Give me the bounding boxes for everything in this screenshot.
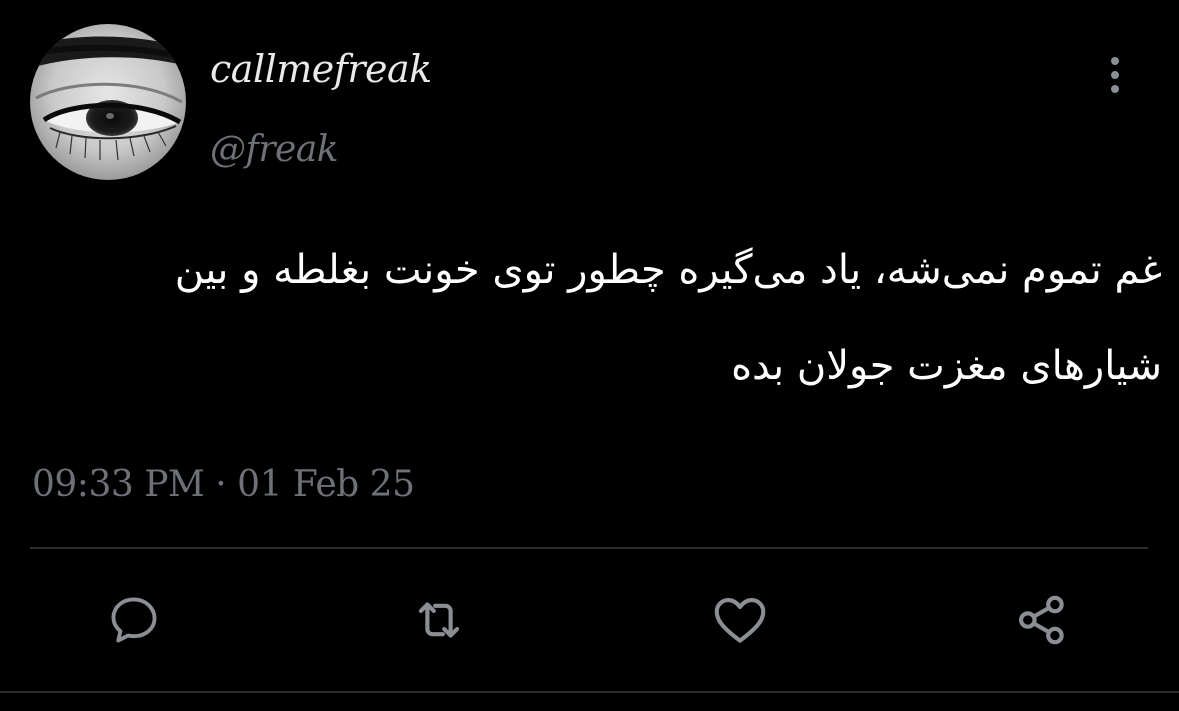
- vertical-ellipsis-dot: [1111, 71, 1119, 79]
- like-button[interactable]: [708, 588, 772, 652]
- speech-bubble-icon: [111, 597, 157, 643]
- share-nodes-icon: [1019, 595, 1064, 645]
- retweet-button[interactable]: [407, 588, 471, 652]
- tweet-card: callmefreak @freak غم تموم نمی‌شه، یاد م…: [0, 0, 1179, 711]
- vertical-ellipsis-icon: [1111, 57, 1119, 65]
- vertical-ellipsis-dot: [1111, 85, 1119, 93]
- reply-button[interactable]: [102, 588, 166, 652]
- divider: [30, 547, 1148, 549]
- tweet-timestamp[interactable]: 09:33 PM · 01 Feb 25: [32, 460, 415, 510]
- avatar[interactable]: [30, 24, 186, 180]
- divider: [0, 691, 1179, 693]
- display-name[interactable]: callmefreak: [210, 44, 432, 94]
- retweet-arrows-icon: [418, 602, 460, 638]
- user-handle[interactable]: @freak: [210, 126, 339, 174]
- tweet-text: غم تموم نمی‌شه، یاد می‌گیره چطور توی خون…: [174, 247, 1162, 389]
- more-options-button[interactable]: [1097, 50, 1133, 100]
- heart-icon: [714, 598, 766, 643]
- share-button[interactable]: [1010, 588, 1074, 652]
- eye-portrait-image: [30, 24, 186, 180]
